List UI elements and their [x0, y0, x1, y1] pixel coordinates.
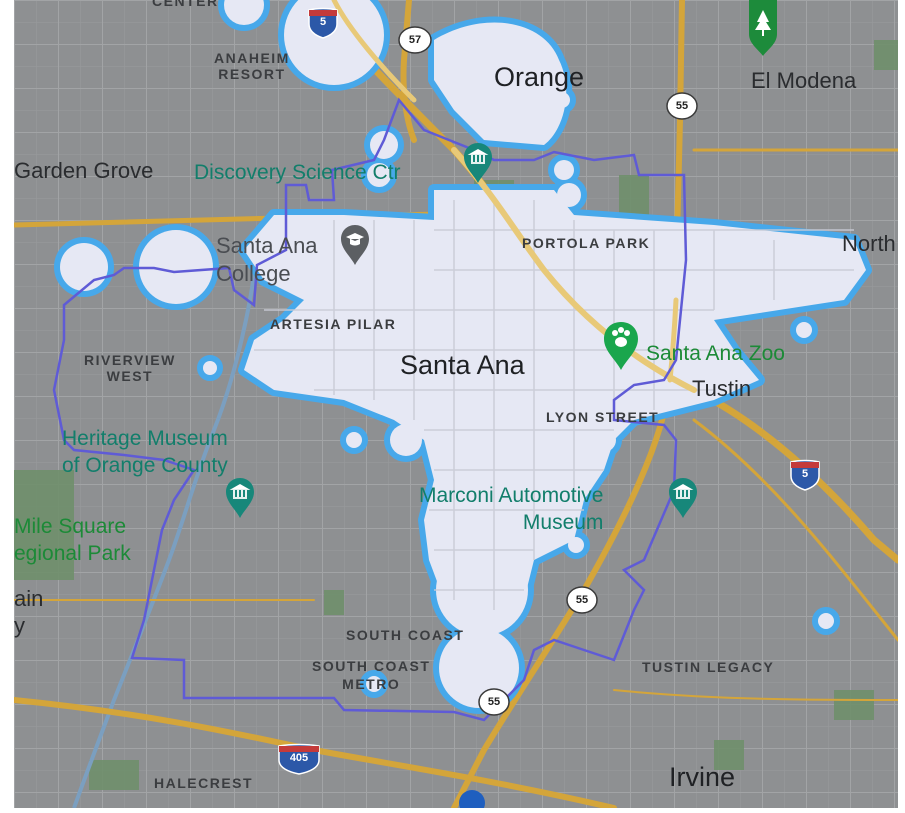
- label-heritage-museum: Heritage Museum of Orange County: [62, 427, 228, 477]
- label-y: y: [14, 613, 25, 638]
- label-orange: Orange: [494, 62, 585, 92]
- i405-number: 405: [289, 752, 309, 764]
- i5-east-number: 5: [801, 468, 809, 480]
- label-lyon-street: LYON STREET: [546, 409, 660, 425]
- label-center: CENTER: [152, 0, 219, 9]
- label-tustin: Tustin: [692, 376, 752, 401]
- label-halecrest: HALECREST: [154, 775, 254, 791]
- label-tustin-legacy: TUSTIN LEGACY: [642, 659, 775, 675]
- ca55-bottom-number: 55: [487, 696, 501, 708]
- label-discovery-science-ctr: Discovery Science Ctr: [194, 161, 401, 184]
- label-portola-park: PORTOLA PARK: [522, 235, 651, 251]
- label-north: North: [842, 231, 896, 256]
- map-canvas[interactable]: [14, 0, 898, 808]
- label-santa-ana-zoo: Santa Ana Zoo: [646, 342, 785, 365]
- i5-north-number: 5: [319, 16, 327, 28]
- label-south-coast: SOUTH COAST: [346, 627, 465, 643]
- ca57-number: 57: [408, 34, 422, 46]
- label-marconi-museum: Marconi Automotive Museum: [419, 484, 604, 534]
- label-el-modena: El Modena: [751, 68, 857, 93]
- label-artesia-pilar: ARTESIA PILAR: [270, 316, 397, 332]
- label-santa-ana-college: Santa Ana College: [216, 233, 318, 286]
- label-garden-grove: Garden Grove: [14, 158, 154, 183]
- ca55-south-number: 55: [575, 594, 589, 606]
- ca55-north-number: 55: [675, 100, 689, 112]
- label-riverview-west: RIVERVIEW WEST: [84, 352, 176, 384]
- label-irvine: Irvine: [669, 762, 736, 792]
- label-santa-ana: Santa Ana: [400, 350, 525, 380]
- label-anaheim-resort: ANAHEIM RESORT: [214, 50, 290, 82]
- label-mile-square: Mile Square egional Park: [14, 515, 131, 565]
- label-ain: ain: [14, 586, 44, 611]
- label-south-coast-metro: SOUTH COAST METRO: [312, 658, 431, 692]
- map-view[interactable]: CENTER ANAHEIM RESORT Orange El Modena G…: [14, 0, 898, 808]
